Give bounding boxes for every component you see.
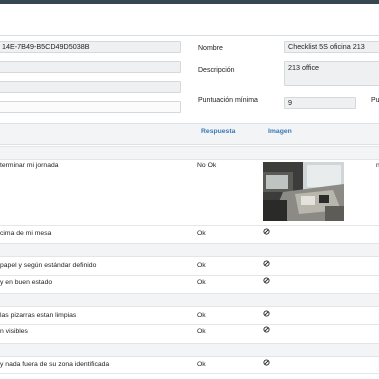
row-divider (0, 275, 379, 276)
row-answer: Ok (197, 361, 206, 368)
column-respuesta[interactable]: Respuesta (201, 128, 235, 135)
id-field[interactable]: 14E-7B49-B5CD49D5038B (0, 41, 181, 53)
row-divider (0, 373, 379, 374)
row-question: n visibles (0, 328, 28, 335)
no-image-icon (263, 260, 270, 267)
nombre-field[interactable]: Checklist 5S oficina 213 (284, 41, 379, 53)
id-value: 14E-7B49-B5CD49D5038B (2, 42, 90, 51)
section-header (0, 146, 379, 160)
nombre-label: Nombre (198, 45, 223, 52)
column-imagen[interactable]: Imagen (268, 128, 292, 135)
puntuacion-label: Puntuación mínima (198, 97, 258, 104)
no-image-icon (263, 310, 270, 317)
row-question: las pizarras estan limpias (0, 312, 77, 319)
section-header (0, 293, 379, 307)
row-answer: Ok (197, 312, 206, 319)
section-header (0, 243, 379, 257)
row-question: y nada fuera de su zona identificada (0, 361, 110, 368)
descripcion-label: Descripción (198, 67, 235, 74)
header-divider (0, 35, 379, 36)
evidence-photo[interactable] (263, 162, 344, 221)
row-divider (0, 324, 379, 325)
row-question: cima de mi mesa (0, 230, 52, 237)
nombre-value: Checklist 5S oficina 213 (288, 42, 365, 51)
descripcion-value: 213 office (288, 63, 320, 72)
left-field-4[interactable] (0, 101, 181, 113)
section-header (0, 343, 379, 357)
descripcion-field[interactable]: 213 office (284, 61, 379, 86)
left-field-2[interactable] (0, 61, 181, 73)
left-field-3[interactable] (0, 81, 181, 93)
office-photo-image (263, 162, 344, 221)
no-image-icon (263, 359, 270, 366)
row-answer: Ok (197, 230, 206, 237)
row-answer: Ok (197, 328, 206, 335)
top-bar (0, 0, 379, 4)
row-question: y en buen estado (0, 279, 53, 286)
row-question: terminar mi jornada (0, 162, 59, 169)
row-answer: Ok (197, 262, 206, 269)
no-image-icon (263, 326, 270, 333)
puntuacion-value: 9 (288, 98, 292, 107)
table-header (0, 123, 379, 145)
row-answer: Ok (197, 279, 206, 286)
row-answer: No Ok (197, 162, 217, 169)
puntuacion-field[interactable]: 9 (284, 97, 356, 109)
no-image-icon (263, 277, 270, 284)
no-image-icon (263, 228, 270, 235)
puntuacion-secondary-label: Pu (371, 97, 379, 104)
row-divider (0, 225, 379, 226)
row-question: papel y según estándar definido (0, 262, 97, 269)
